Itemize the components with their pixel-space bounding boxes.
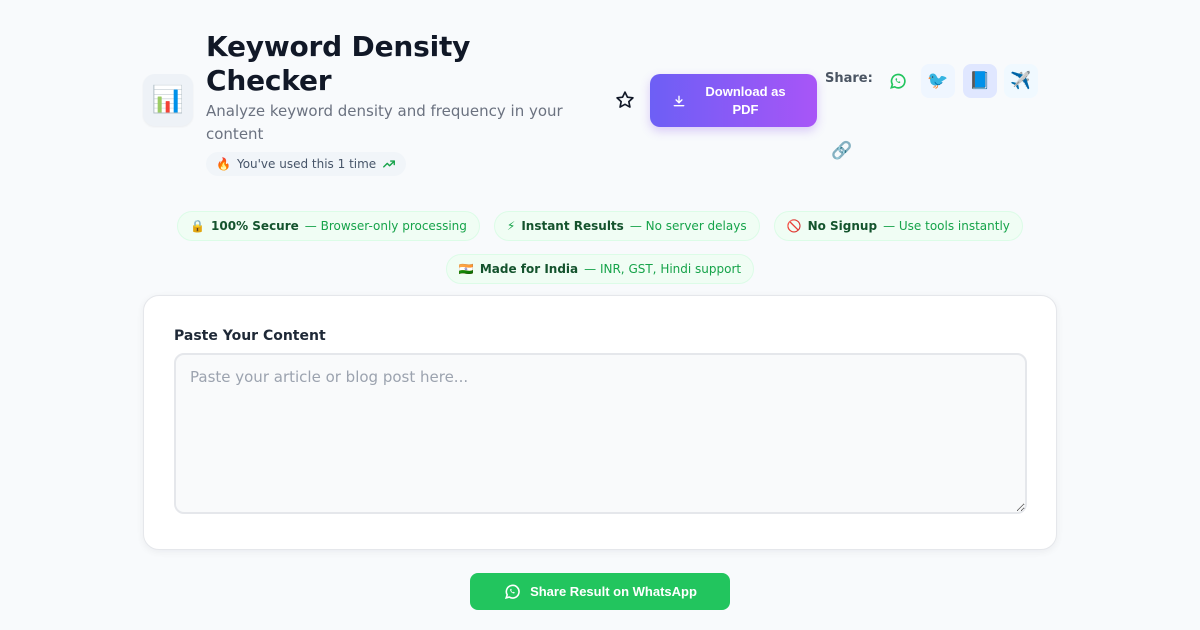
trending-up-icon [383, 160, 396, 168]
usage-text: You've used this 1 time [236, 157, 377, 171]
blue-book-icon: 📘 [969, 71, 991, 91]
whatsapp-icon [505, 584, 520, 599]
usage-badge: 🔥 You've used this 1 time [206, 152, 407, 176]
page-header: 📊 Keyword Density Checker Analyze keywor… [143, 30, 1057, 176]
trust-badges: 🔒 100% Secure — Browser-only processing … [0, 211, 1200, 241]
link-icon: 🔗 [831, 141, 853, 161]
bird-icon: 🐦 [927, 71, 949, 91]
copy-link-button[interactable]: 🔗 [825, 134, 859, 168]
lock-icon: 🔒 [190, 219, 206, 233]
content-card: Paste Your Content [143, 295, 1057, 550]
content-textarea[interactable] [174, 353, 1027, 514]
content-label: Paste Your Content [174, 328, 326, 344]
share-telegram-button[interactable]: ✈️ [1004, 64, 1038, 98]
whatsapp-icon [890, 73, 906, 89]
share-twitter-button[interactable]: 🐦 [921, 64, 955, 98]
share-whatsapp-button[interactable] [881, 64, 915, 98]
title-block: Keyword Density Checker Analyze keyword … [206, 30, 586, 176]
share-label: Share: [825, 71, 873, 86]
lightning-icon: ⚡ [506, 219, 516, 233]
trust-badge-no-signup: 🚫 No Signup — Use tools instantly [773, 211, 1023, 241]
chart-icon: 📊 [143, 74, 193, 126]
trust-badge-secure: 🔒 100% Secure — Browser-only processing [177, 211, 480, 241]
page-title: Keyword Density Checker [206, 30, 471, 97]
page-subtitle: Analyze keyword density and frequency in… [206, 102, 563, 143]
trust-badges-row-2: 🇮🇳 Made for India — INR, GST, Hindi supp… [0, 254, 1200, 284]
airplane-icon: ✈️ [1010, 71, 1032, 91]
star-icon [616, 91, 634, 108]
trust-badge-instant: ⚡ Instant Results — No server delays [493, 211, 760, 241]
prohibited-icon: 🚫 [786, 219, 802, 233]
share-result-whatsapp-button[interactable]: Share Result on WhatsApp [470, 573, 730, 610]
download-pdf-button[interactable]: Download as PDF [650, 74, 817, 127]
trust-badge-india: 🇮🇳 Made for India — INR, GST, Hindi supp… [445, 254, 755, 284]
share-facebook-button[interactable]: 📘 [963, 64, 997, 98]
download-pdf-label: Download as PDF [705, 83, 786, 117]
download-icon [673, 95, 684, 106]
share-result-label: Share Result on WhatsApp [530, 584, 697, 599]
fire-icon: 🔥 [216, 157, 231, 171]
favorite-button[interactable] [613, 88, 637, 112]
india-flag-icon: 🇮🇳 [458, 262, 474, 276]
